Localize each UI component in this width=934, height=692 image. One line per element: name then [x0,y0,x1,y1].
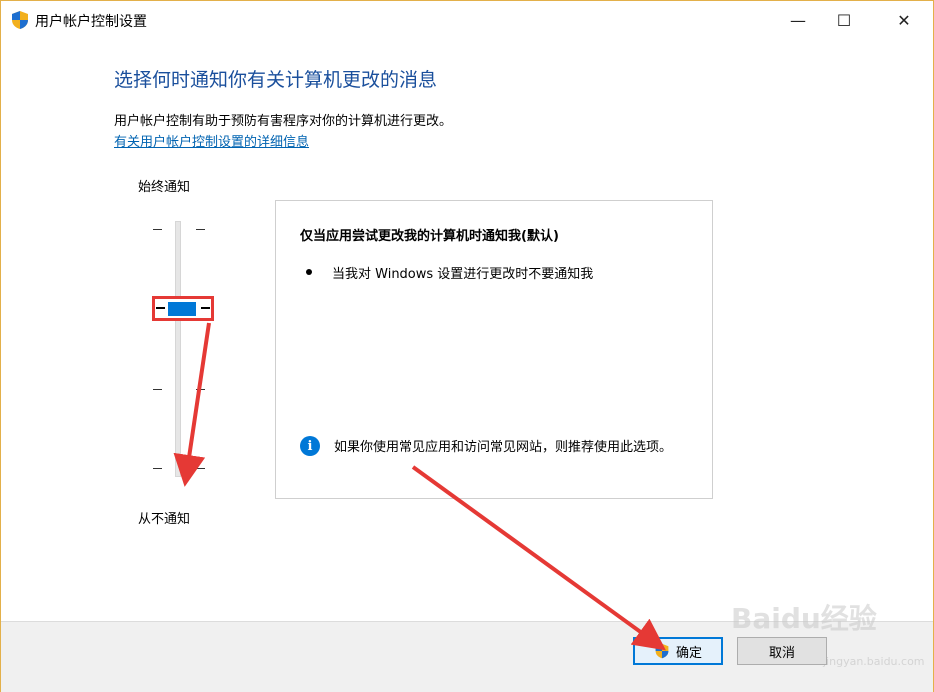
slider-label-bottom: 从不通知 [138,512,191,527]
maximize-button[interactable]: ☐ [821,1,867,39]
bullet-icon [306,269,312,275]
panel-bullet-text: 当我对 Windows 设置进行更改时不要通知我 [332,267,594,282]
slider-tick [196,389,205,390]
slider-label-top: 始终通知 [138,180,191,195]
ok-button-label: 确定 [675,645,702,661]
page-heading: 选择何时通知你有关计算机更改的消息 [114,69,438,91]
uac-shield-icon [655,643,669,659]
title-bar: 用户帐户控制设置 — ☐ ✕ [1,1,933,39]
info-icon: i [300,436,320,456]
slider-highlight-box [152,296,214,321]
uac-settings-window: 用户帐户控制设置 — ☐ ✕ 选择何时通知你有关计算机更改的消息 用户帐户控制有… [0,0,934,692]
slider-tick [196,229,205,230]
uac-shield-icon [12,11,28,29]
cancel-button[interactable]: 取消 [737,637,827,665]
slider-tick [156,307,165,309]
slider-tick [201,307,210,309]
cancel-button-label: 取消 [768,645,795,661]
slider-tick [196,468,205,469]
slider-thumb[interactable] [168,302,196,316]
more-info-link[interactable]: 有关用户帐户控制设置的详细信息 [114,131,309,150]
window-title: 用户帐户控制设置 [35,14,147,30]
setting-description-panel: 仅当应用尝试更改我的计算机时通知我(默认) 当我对 Windows 设置进行更改… [275,200,713,499]
recommendation-text: 如果你使用常见应用和访问常见网站，则推荐使用此选项。 [334,440,673,455]
slider-tick [153,468,162,469]
annotation-arrow [173,322,211,487]
slider-tick [153,229,162,230]
description-text: 用户帐户控制有助于预防有害程序对你的计算机进行更改。 [114,114,453,129]
slider-tick [153,389,162,390]
watermark: Baidu经验 [731,602,877,635]
close-button[interactable]: ✕ [881,1,927,39]
slider-track[interactable] [175,221,181,477]
panel-title: 仅当应用尝试更改我的计算机时通知我(默认) [300,229,559,244]
watermark-sub: jingyan.baidu.com [823,655,925,668]
ok-button[interactable]: 确定 [633,637,723,665]
minimize-button[interactable]: — [775,1,821,39]
